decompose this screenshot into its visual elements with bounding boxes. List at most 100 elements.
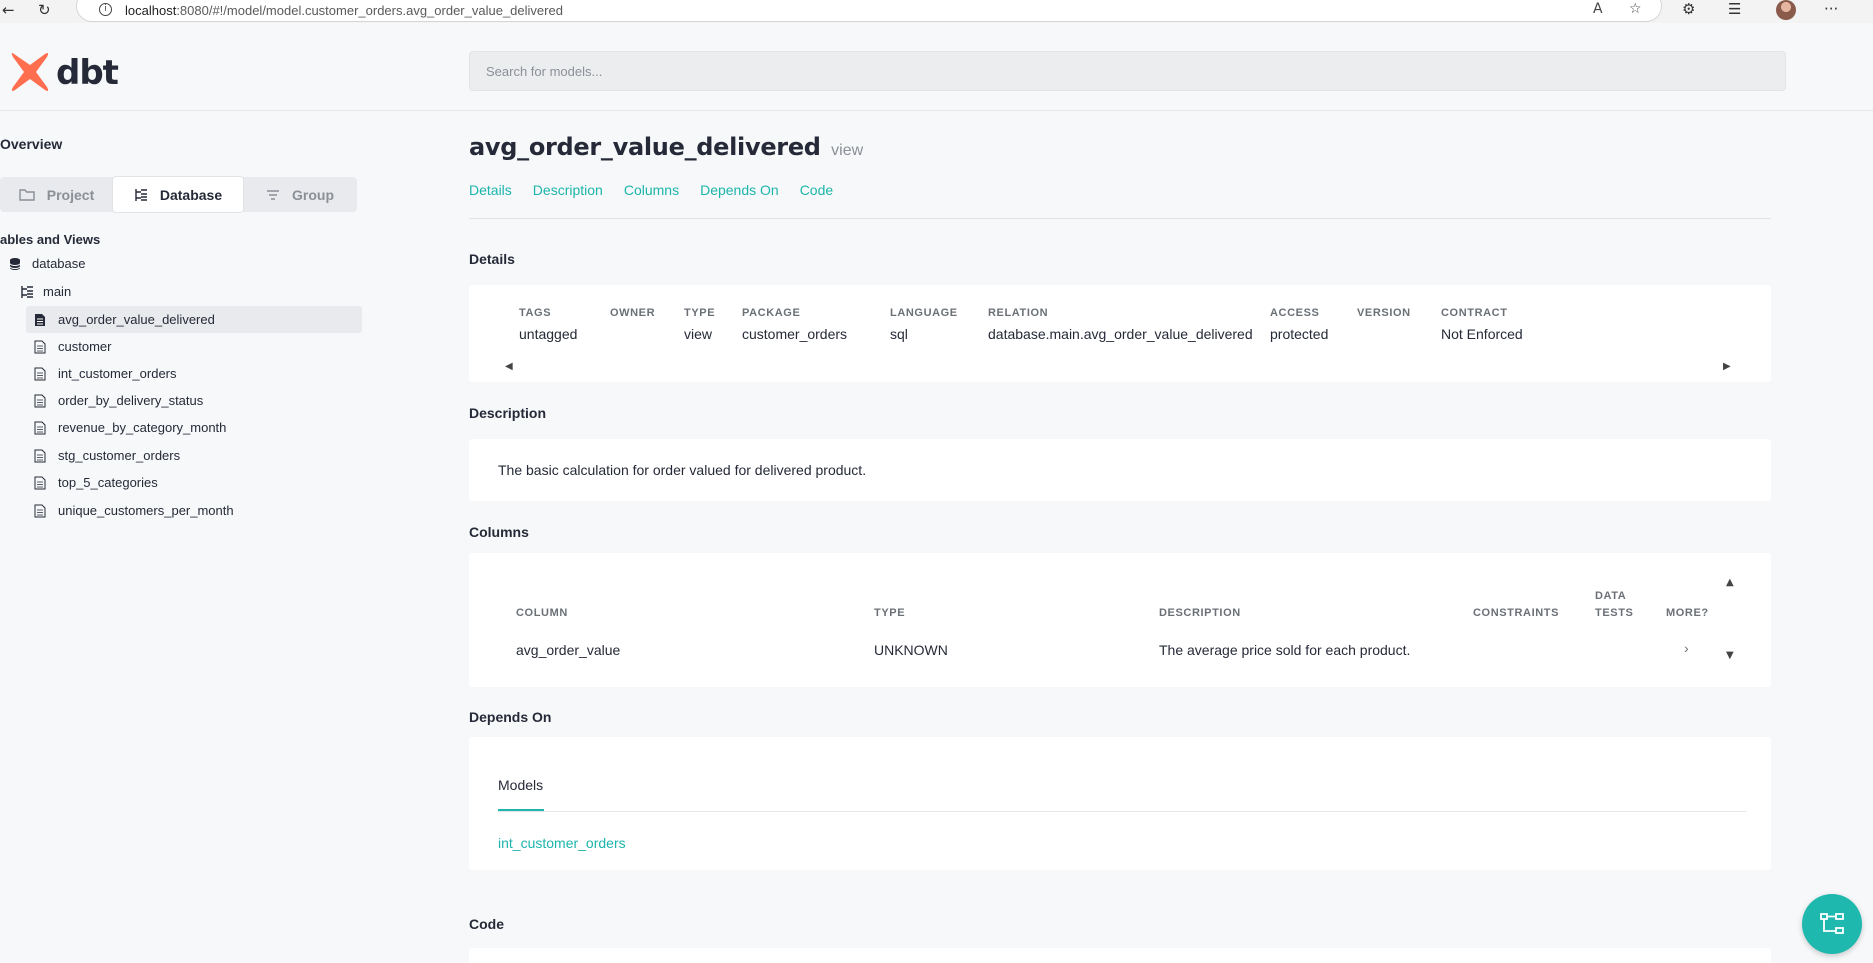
more-menu-icon[interactable]: ··· [1824, 0, 1838, 18]
file-icon [34, 504, 46, 517]
column-header-constraints: CONSTRAINTS [1473, 607, 1560, 619]
tree-model-item[interactable]: stg_customer_orders [26, 442, 362, 469]
tree-model-label: unique_customers_per_month [58, 503, 234, 518]
segment-project[interactable]: Project [0, 177, 113, 212]
details-heading: Details [469, 251, 515, 267]
app-header: dbt [0, 23, 1873, 111]
table-cell-column: avg_order_value [516, 642, 621, 658]
column-header-more: MORE? [1666, 607, 1709, 619]
tree-model-label: stg_customer_orders [58, 448, 181, 463]
detail-type: TYPE view [684, 307, 715, 342]
address-bar[interactable]: i localhost:8080/#!/model/model.customer… [76, 0, 1662, 22]
dbt-logo[interactable]: dbt [10, 51, 130, 97]
scroll-left-icon[interactable]: ◀ [505, 361, 513, 372]
detail-value: protected [1270, 326, 1329, 342]
file-icon [34, 476, 46, 489]
columns-card: COLUMN TYPE DESCRIPTION CONSTRAINTS DATA… [469, 553, 1771, 687]
detail-version: VERSION [1357, 307, 1411, 326]
description-card: The basic calculation for order valued f… [469, 439, 1771, 501]
tree-model-item[interactable]: revenue_by_category_month [26, 414, 362, 441]
tree-model-item[interactable]: int_customer_orders [26, 360, 362, 387]
table-cell-type: UNKNOWN [874, 642, 948, 658]
url-path: :8080/#!/model/model.customer_orders.avg… [176, 3, 563, 18]
tree-model-item[interactable]: unique_customers_per_month [26, 497, 362, 524]
extensions-icon[interactable]: ⚙ [1682, 0, 1695, 18]
expand-row-chevron-icon[interactable]: › [1684, 640, 1689, 656]
browser-toolbar: ← ↻ i localhost:8080/#!/model/model.cust… [0, 0, 1873, 23]
column-header-column: COLUMN [516, 607, 568, 619]
reload-icon[interactable]: ↻ [38, 1, 51, 19]
tree-model-label: customer [58, 339, 112, 354]
tree-database[interactable]: database [8, 250, 344, 277]
columns-heading: Columns [469, 524, 529, 540]
favorites-list-icon[interactable]: ☰ [1728, 0, 1741, 18]
segment-database[interactable]: Database [113, 177, 243, 212]
folder-icon [19, 188, 35, 201]
file-icon [34, 340, 46, 353]
depends-on-card: Models int_customer_orders [469, 737, 1771, 870]
tab-columns[interactable]: Columns [624, 182, 679, 198]
tree-model-item[interactable]: avg_order_value_delivered [26, 306, 362, 333]
detail-value: database.main.avg_order_value_delivered [988, 326, 1253, 342]
tree-model-item[interactable]: customer [26, 333, 362, 360]
profile-avatar[interactable] [1776, 0, 1796, 20]
file-icon [34, 421, 46, 434]
read-aloud-icon[interactable]: A [1593, 1, 1603, 17]
detail-label: LANGUAGE [890, 307, 958, 319]
depends-on-model-link[interactable]: int_customer_orders [498, 835, 626, 851]
site-info-icon[interactable]: i [99, 3, 112, 16]
tree-model-label: order_by_delivery_status [58, 393, 204, 408]
code-card [469, 948, 1771, 963]
detail-value: view [684, 326, 713, 342]
schema-tree-icon [21, 285, 33, 298]
detail-label: CONTRACT [1441, 307, 1508, 319]
scroll-down-icon[interactable]: ▼ [1726, 650, 1734, 661]
scroll-up-icon[interactable]: ▲ [1726, 577, 1734, 588]
depends-tab-models[interactable]: Models [498, 777, 543, 793]
url-text[interactable]: localhost:8080/#!/model/model.customer_o… [125, 3, 563, 18]
detail-label: RELATION [988, 307, 1049, 319]
lineage-graph-button[interactable] [1802, 894, 1862, 954]
column-header-type: TYPE [874, 607, 906, 619]
details-card: TAGS untagged OWNER TYPE view PACKAGE cu… [469, 285, 1771, 382]
detail-label: TAGS [519, 307, 552, 319]
detail-value: customer_orders [742, 326, 848, 342]
detail-label: PACKAGE [742, 307, 801, 319]
file-filled-icon [35, 313, 45, 326]
tab-depends-on[interactable]: Depends On [700, 182, 779, 198]
description-text: The basic calculation for order valued f… [498, 462, 867, 478]
detail-label: ACCESS [1270, 307, 1320, 319]
model-search-input[interactable] [469, 51, 1786, 91]
depends-on-heading: Depends On [469, 709, 552, 725]
tab-divider [498, 811, 1746, 812]
tab-code[interactable]: Code [800, 182, 833, 198]
back-arrow-icon[interactable]: ← [2, 1, 15, 19]
segment-project-label: Project [46, 186, 95, 203]
logo-wordmark: dbt [56, 53, 119, 93]
tab-description[interactable]: Description [533, 182, 603, 198]
segment-group[interactable]: Group [243, 177, 357, 212]
model-kind-badge: view [831, 142, 864, 159]
tables-and-views-heading: ables and Views [0, 232, 101, 247]
tab-details[interactable]: Details [469, 182, 512, 198]
detail-value: sql [890, 326, 908, 342]
sidebar: Overview Project Database Group ables an… [0, 112, 365, 963]
page-title-row: avg_order_value_delivered view [469, 133, 863, 161]
tree-schema-main[interactable]: main [20, 278, 356, 305]
detail-value: untagged [519, 326, 578, 342]
detail-label: VERSION [1357, 307, 1411, 319]
file-icon [34, 367, 46, 380]
description-heading: Description [469, 405, 547, 421]
scroll-right-icon[interactable]: ▶ [1723, 361, 1731, 372]
tree-model-item[interactable]: top_5_categories [26, 469, 362, 496]
detail-access: ACCESS protected [1270, 307, 1328, 342]
segment-group-label: Group [292, 186, 334, 203]
file-icon [34, 394, 46, 407]
tree-model-label: revenue_by_category_month [58, 420, 227, 435]
tree-model-item[interactable]: order_by_delivery_status [26, 387, 362, 414]
overview-link[interactable]: Overview [0, 136, 62, 152]
detail-tags: TAGS untagged [519, 307, 577, 342]
favorite-star-icon[interactable]: ☆ [1629, 1, 1642, 17]
url-host: localhost [125, 3, 177, 18]
table-cell-description: The average price sold for each product. [1159, 642, 1411, 658]
